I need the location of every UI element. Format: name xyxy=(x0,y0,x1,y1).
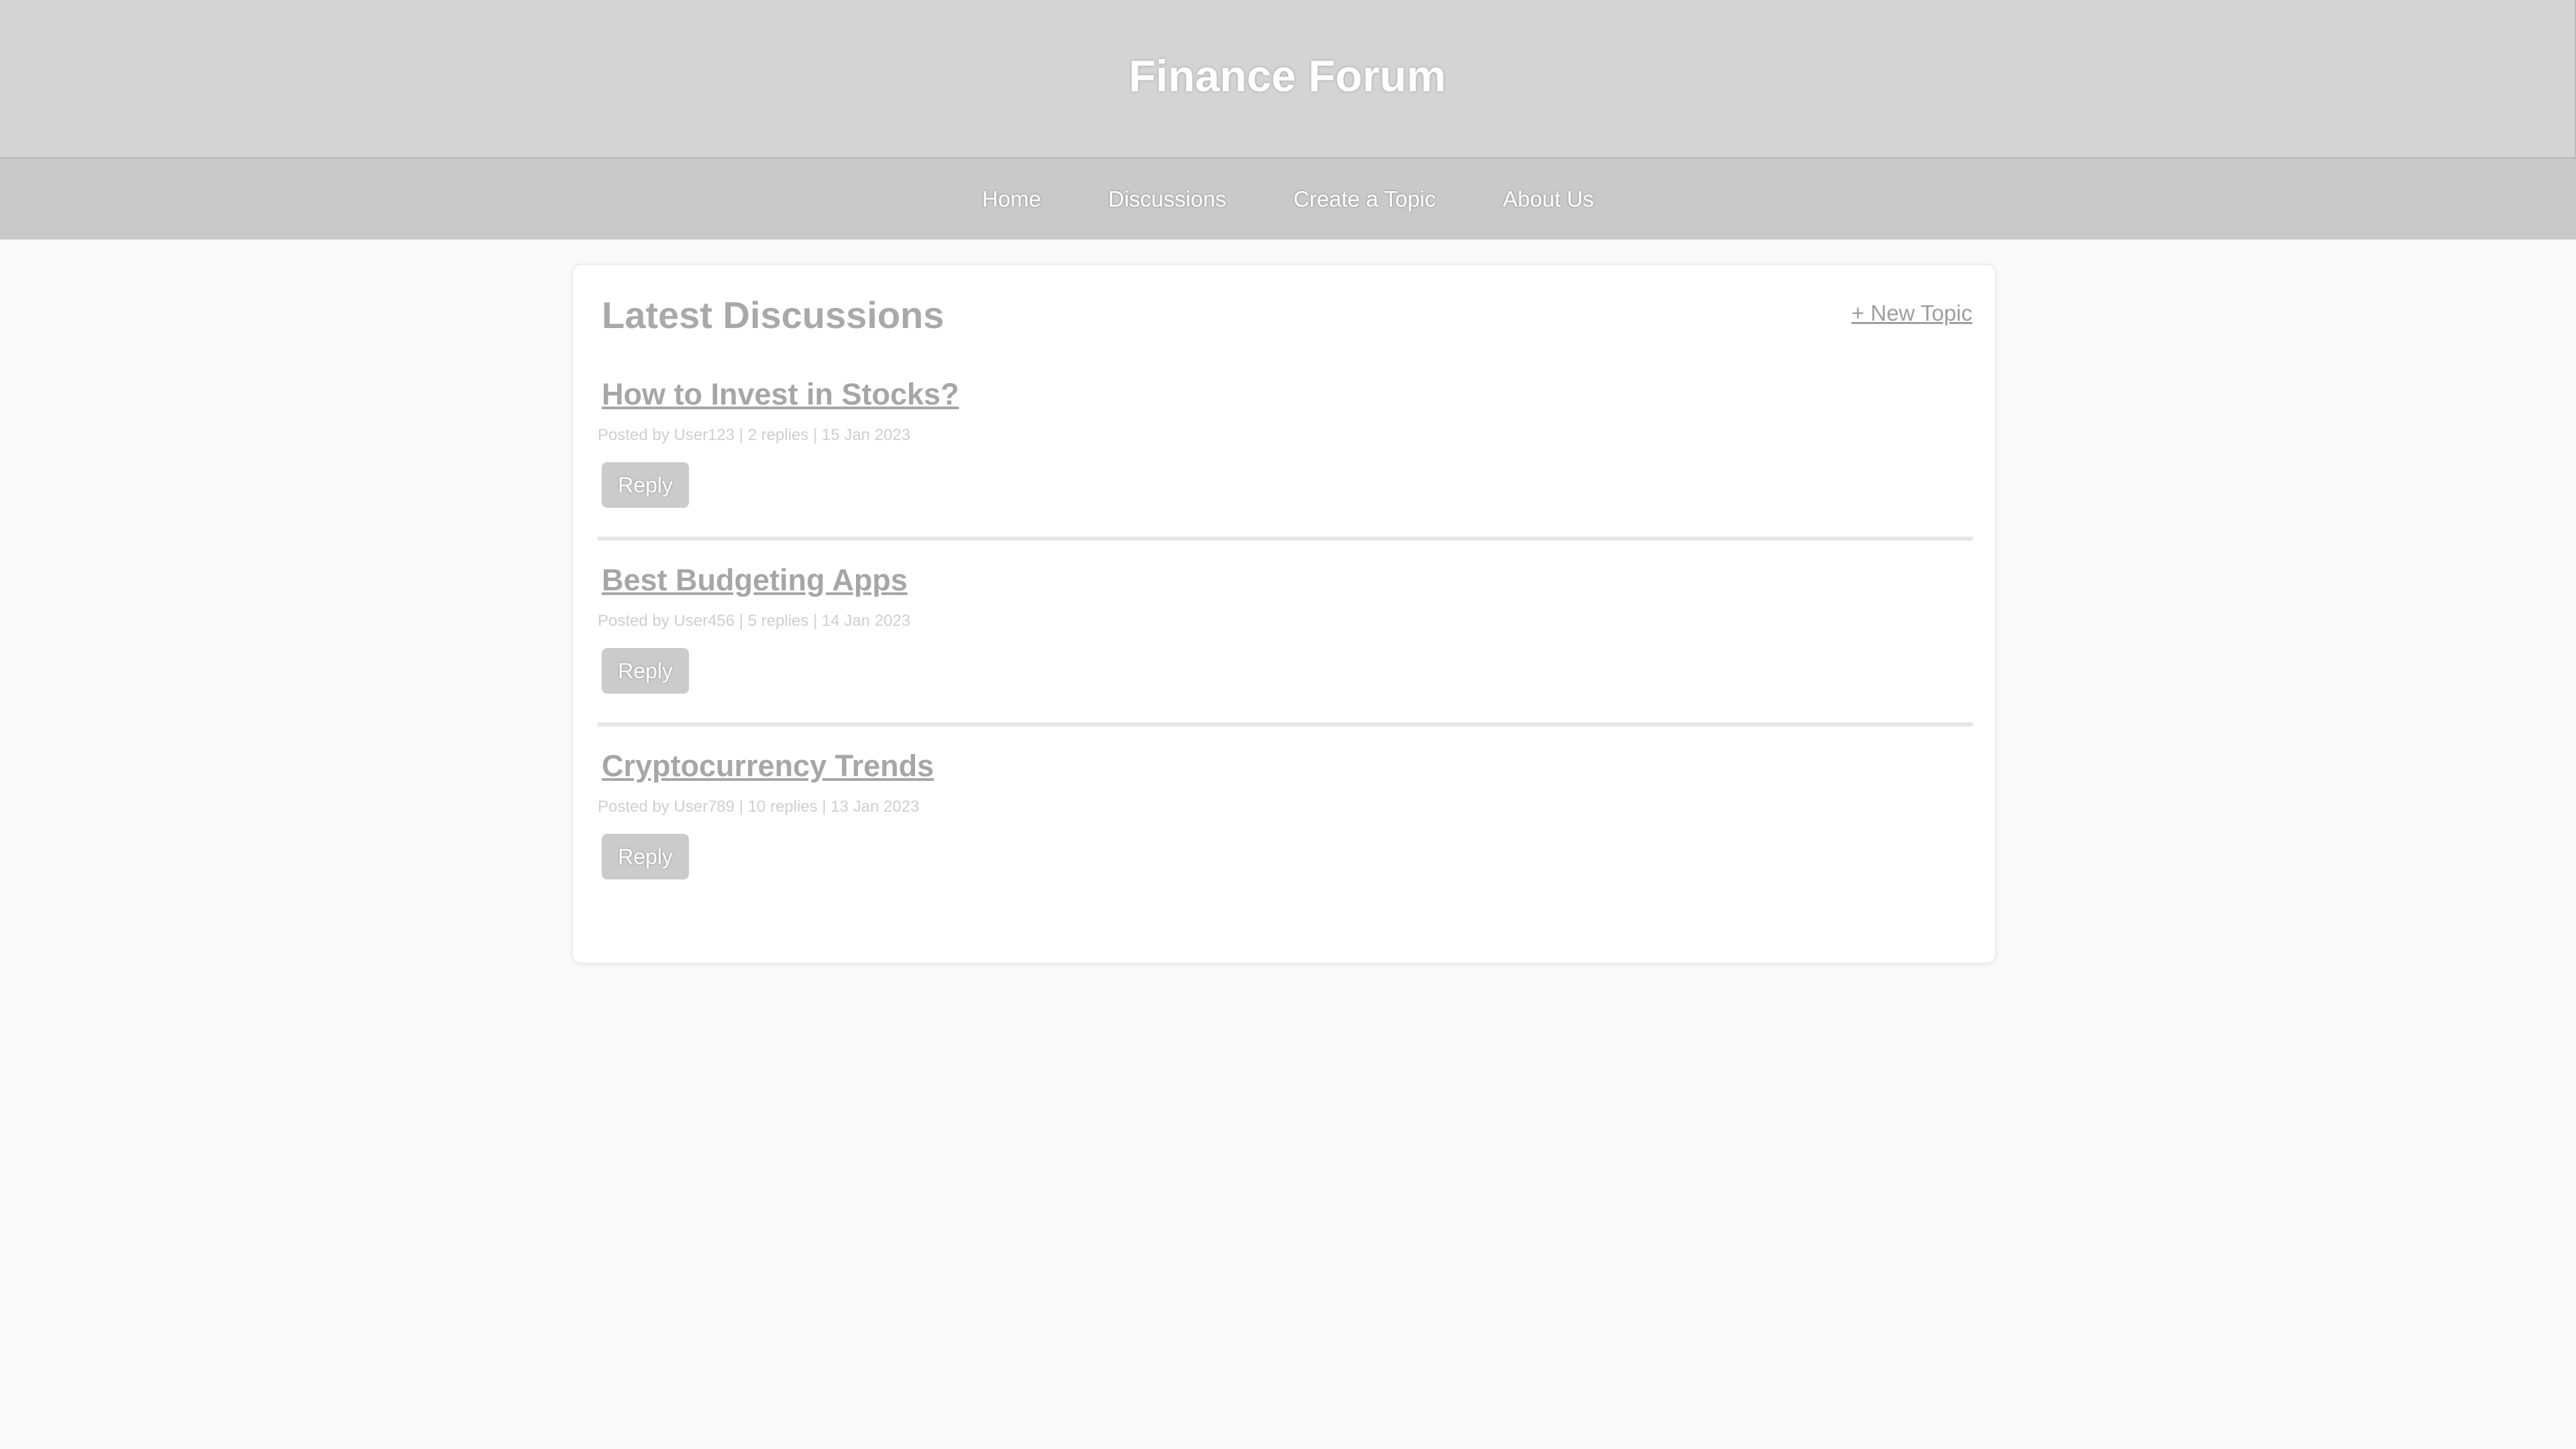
topic-meta: Posted by User123 | 2 replies | 15 Jan 2… xyxy=(598,426,911,444)
topic-item: Cryptocurrency Trends Posted by User789 … xyxy=(598,741,1973,926)
nav-home-link[interactable]: Home xyxy=(982,186,1041,212)
topic-title-link[interactable]: Cryptocurrency Trends xyxy=(602,749,934,784)
discussions-card: Latest Discussions + New Topic How to In… xyxy=(572,264,1996,964)
topic-list: How to Invest in Stocks? Posted by User1… xyxy=(598,369,1973,926)
topic-item: How to Invest in Stocks? Posted by User1… xyxy=(598,369,1973,555)
section-heading: Latest Discussions xyxy=(602,294,945,336)
topic-divider xyxy=(598,722,1973,727)
nav-create-topic-link[interactable]: Create a Topic xyxy=(1293,186,1436,212)
site-title: Finance Forum xyxy=(1128,51,1446,101)
main-nav: Home Discussions Create a Topic About Us xyxy=(0,159,2576,239)
reply-button[interactable]: Reply xyxy=(602,648,689,694)
site-header: Finance Forum xyxy=(0,0,2576,159)
topic-divider xyxy=(598,537,1973,541)
topic-title-link[interactable]: How to Invest in Stocks? xyxy=(602,377,959,412)
reply-button[interactable]: Reply xyxy=(602,462,689,508)
topic-title-link[interactable]: Best Budgeting Apps xyxy=(602,563,908,598)
topic-meta: Posted by User789 | 10 replies | 13 Jan … xyxy=(598,798,920,816)
topic-item: Best Budgeting Apps Posted by User456 | … xyxy=(598,555,1973,741)
reply-button[interactable]: Reply xyxy=(602,834,689,879)
nav-about-link[interactable]: About Us xyxy=(1503,186,1594,212)
new-topic-link[interactable]: + New Topic xyxy=(1851,301,1972,326)
nav-discussions-link[interactable]: Discussions xyxy=(1108,186,1226,212)
topic-meta: Posted by User456 | 5 replies | 14 Jan 2… xyxy=(598,612,911,630)
